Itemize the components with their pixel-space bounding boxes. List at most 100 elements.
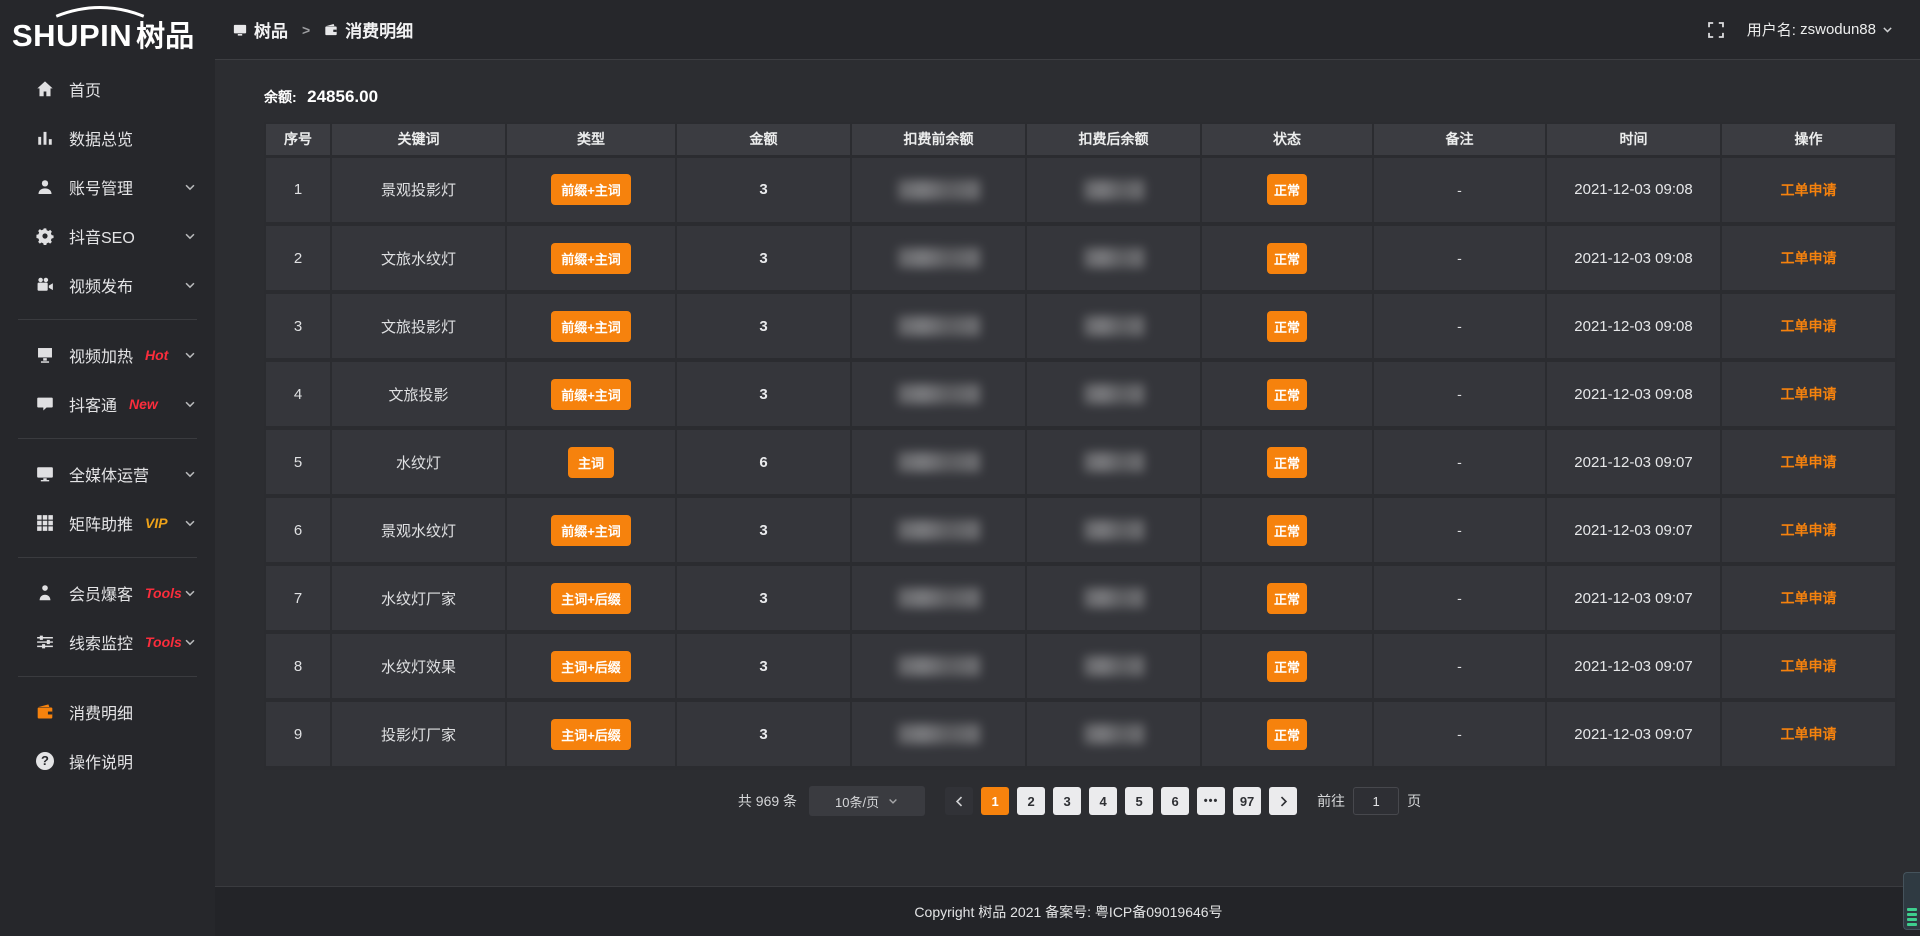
- monitor-icon: [36, 465, 54, 483]
- sidebar-item-label: 操作说明: [69, 749, 133, 773]
- remark-cell: -: [1373, 292, 1546, 360]
- balance-after-cell: [1026, 496, 1201, 564]
- remark-text: -: [1457, 726, 1462, 742]
- keyword-text: 文旅投影灯: [381, 319, 456, 336]
- amount-value: 3: [759, 590, 767, 607]
- page-button-4[interactable]: 4: [1089, 787, 1117, 815]
- sidebar-item-data-overview[interactable]: 数据总览: [0, 113, 215, 162]
- chevron-down-icon: [183, 278, 197, 292]
- work-order-link[interactable]: 工单申请: [1781, 318, 1837, 334]
- remark-text: -: [1457, 590, 1462, 606]
- consumption-table-body: 1景观投影灯前缀+主词3正常-2021-12-03 09:08工单申请2文旅水纹…: [265, 156, 1896, 768]
- video-camera-icon: [36, 276, 54, 294]
- sidebar-item-label: 全媒体运营: [69, 462, 149, 486]
- amount-cell: 3: [676, 496, 851, 564]
- redacted-balance-before: [898, 656, 980, 676]
- user-icon: [36, 178, 54, 196]
- sidebar-item-all-media-operation[interactable]: 全媒体运营: [0, 449, 215, 498]
- work-order-link[interactable]: 工单申请: [1781, 522, 1837, 538]
- sidebar-item-video-publish[interactable]: 视频发布: [0, 260, 215, 309]
- redacted-balance-before: [898, 316, 980, 336]
- redacted-balance-before: [898, 180, 980, 200]
- keyword-cell: 投影灯厂家: [331, 700, 506, 768]
- remark-text: -: [1457, 522, 1462, 538]
- keyword-text: 景观水纹灯: [381, 523, 456, 540]
- index-cell: 2: [265, 224, 331, 292]
- work-order-link[interactable]: 工单申请: [1781, 726, 1837, 742]
- page-button-5[interactable]: 5: [1125, 787, 1153, 815]
- sidebar-item-consumption-details[interactable]: 消费明细: [0, 687, 215, 736]
- table-row: 7水纹灯厂家主词+后缀3正常-2021-12-03 09:07工单申请: [265, 564, 1896, 632]
- time-cell: 2021-12-03 09:07: [1546, 632, 1721, 700]
- sidebar-item-matrix-boost[interactable]: 矩阵助推VIP: [0, 498, 215, 547]
- status-badge: 正常: [1267, 515, 1307, 546]
- table-row: 2文旅水纹灯前缀+主词3正常-2021-12-03 09:08工单申请: [265, 224, 1896, 292]
- prev-page-button[interactable]: [945, 787, 973, 815]
- action-cell: 工单申请: [1721, 428, 1896, 496]
- table-row: 4文旅投影前缀+主词3正常-2021-12-03 09:08工单申请: [265, 360, 1896, 428]
- amount-cell: 3: [676, 156, 851, 224]
- floating-side-widget[interactable]: [1903, 872, 1920, 930]
- logo-text: SHUPIN: [12, 18, 132, 54]
- redacted-balance-before: [898, 452, 980, 472]
- sidebar-item-douyin-seo[interactable]: 抖音SEO: [0, 211, 215, 260]
- keyword-text: 水纹灯: [396, 455, 441, 472]
- sidebar-item-home[interactable]: 首页: [0, 64, 215, 113]
- work-order-link[interactable]: 工单申请: [1781, 590, 1837, 606]
- sidebar-item-video-heating[interactable]: 视频加热Hot: [0, 330, 215, 379]
- work-order-link[interactable]: 工单申请: [1781, 250, 1837, 266]
- status-cell: 正常: [1201, 700, 1373, 768]
- keyword-text: 水纹灯效果: [381, 659, 456, 676]
- breadcrumb-current[interactable]: 消费明细: [345, 17, 413, 42]
- sidebar-item-operation-guide[interactable]: ?操作说明: [0, 736, 215, 785]
- type-badge: 主词+后缀: [551, 651, 631, 682]
- page-button-3[interactable]: 3: [1053, 787, 1081, 815]
- remark-cell: -: [1373, 428, 1546, 496]
- column-header: 关键词: [331, 123, 506, 156]
- keyword-cell: 景观水纹灯: [331, 496, 506, 564]
- sidebar-item-label: 视频发布: [69, 273, 133, 297]
- balance-before-cell: [851, 428, 1026, 496]
- table-row: 6景观水纹灯前缀+主词3正常-2021-12-03 09:07工单申请: [265, 496, 1896, 564]
- action-cell: 工单申请: [1721, 496, 1896, 564]
- sidebar-item-member-baoke[interactable]: 会员爆客Tools: [0, 568, 215, 617]
- redacted-balance-after: [1084, 452, 1144, 472]
- balance-after-cell: [1026, 700, 1201, 768]
- column-header: 序号: [265, 123, 331, 156]
- work-order-link[interactable]: 工单申请: [1781, 658, 1837, 674]
- time-text: 2021-12-03 09:07: [1574, 522, 1692, 539]
- work-order-link[interactable]: 工单申请: [1781, 386, 1837, 402]
- page-size-select[interactable]: 10条/页: [809, 786, 925, 816]
- type-cell: 主词: [506, 428, 676, 496]
- fullscreen-icon[interactable]: [1707, 21, 1725, 39]
- action-cell: 工单申请: [1721, 632, 1896, 700]
- amount-cell: 3: [676, 292, 851, 360]
- sidebar-item-account-management[interactable]: 账号管理: [0, 162, 215, 211]
- goto-page-input[interactable]: [1353, 787, 1399, 815]
- member-icon: [36, 584, 54, 602]
- keyword-text: 水纹灯厂家: [381, 591, 456, 608]
- balance-before-cell: [851, 292, 1026, 360]
- breadcrumb-wallet-icon: [324, 23, 338, 37]
- sidebar-item-douketong[interactable]: 抖客通New: [0, 379, 215, 428]
- page-button-97[interactable]: 97: [1233, 787, 1261, 815]
- remark-cell: -: [1373, 360, 1546, 428]
- row-index: 9: [294, 726, 302, 743]
- work-order-link[interactable]: 工单申请: [1781, 454, 1837, 470]
- remark-cell: -: [1373, 496, 1546, 564]
- content-area: 余额: 24856.00 序号关键词类型金额扣费前余额扣费后余额状态备注时间操作…: [215, 60, 1920, 886]
- redacted-balance-after: [1084, 520, 1144, 540]
- page-more-button[interactable]: •••: [1197, 787, 1225, 815]
- work-order-link[interactable]: 工单申请: [1781, 182, 1837, 198]
- amount-cell: 3: [676, 700, 851, 768]
- remark-cell: -: [1373, 224, 1546, 292]
- amount-value: 3: [759, 658, 767, 675]
- page-button-2[interactable]: 2: [1017, 787, 1045, 815]
- page-button-6[interactable]: 6: [1161, 787, 1189, 815]
- breadcrumb-home[interactable]: 树品: [254, 17, 288, 42]
- next-page-button[interactable]: [1269, 787, 1297, 815]
- sidebar-item-clue-monitoring[interactable]: 线索监控Tools: [0, 617, 215, 666]
- user-menu[interactable]: 用户名: zswodun88: [1747, 19, 1894, 40]
- page-button-1[interactable]: 1: [981, 787, 1009, 815]
- home-icon: [36, 80, 54, 98]
